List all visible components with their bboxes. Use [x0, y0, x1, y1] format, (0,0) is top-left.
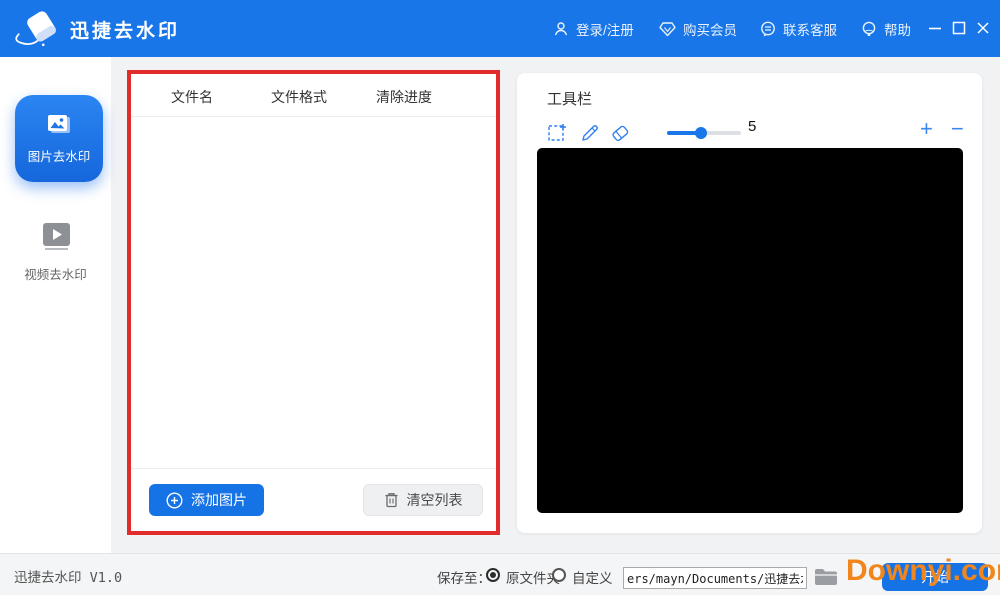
pencil-tool-icon[interactable]	[579, 122, 601, 144]
sidebar-item-label: 视频去水印	[24, 268, 87, 282]
clear-list-label: 清空列表	[406, 492, 463, 508]
help-icon	[862, 21, 876, 36]
column-progress: 清除进度	[376, 89, 432, 105]
user-icon	[554, 21, 568, 35]
brush-slider-thumb[interactable]	[695, 127, 708, 139]
zoom-out-button[interactable]: −	[951, 116, 964, 142]
maximize-button[interactable]	[951, 20, 967, 36]
image-preview-canvas[interactable]	[537, 148, 963, 513]
file-list-footer: 添加图片 清空列表	[131, 468, 496, 531]
app-window: 迅捷去水印 登录/注册 购买会员 联系客服 帮助 图片去水印 视频去水印 文件名…	[0, 0, 1000, 595]
column-filename: 文件名	[171, 89, 213, 105]
file-list-empty-area	[131, 118, 496, 467]
save-path-input[interactable]	[623, 567, 807, 589]
sidebar-item-label: 图片去水印	[27, 149, 91, 164]
buy-membership-button[interactable]: 购买会员	[659, 0, 737, 57]
sidebar-item-image-watermark[interactable]: 图片去水印	[15, 95, 103, 182]
plus-circle-icon	[166, 491, 183, 509]
diamond-icon	[659, 21, 676, 36]
tool-panel: 工具栏 5 + −	[517, 73, 982, 533]
contact-support-button[interactable]: 联系客服	[760, 0, 837, 57]
add-image-label: 添加图片	[191, 492, 247, 508]
minimize-button[interactable]	[927, 20, 943, 36]
file-list-header: 文件名 文件格式 清除进度	[131, 74, 496, 117]
add-image-button[interactable]: 添加图片	[149, 484, 264, 516]
marquee-tool-icon[interactable]	[547, 122, 569, 144]
contact-support-label: 联系客服	[783, 22, 837, 38]
trash-icon	[385, 493, 397, 508]
clear-list-button[interactable]: 清空列表	[363, 484, 483, 516]
title-bar: 迅捷去水印 登录/注册 购买会员 联系客服 帮助	[0, 0, 1000, 57]
brush-size-slider[interactable]	[667, 127, 741, 139]
close-button[interactable]	[975, 20, 991, 36]
radio-custom[interactable]	[552, 568, 566, 582]
image-icon	[48, 114, 70, 133]
eraser-tool-icon[interactable]	[609, 122, 631, 144]
tool-row: 5 + −	[547, 116, 964, 146]
help-label: 帮助	[884, 22, 911, 38]
sidebar: 图片去水印 视频去水印	[0, 57, 111, 553]
sidebar-item-video-watermark[interactable]: 视频去水印	[0, 222, 111, 283]
radio-original-folder[interactable]	[486, 568, 500, 582]
login-register-button[interactable]: 登录/注册	[553, 0, 634, 57]
brush-size-value: 5	[748, 118, 757, 135]
tool-panel-title: 工具栏	[547, 91, 593, 108]
status-bar: 迅捷去水印 V1.0 保存至： 原文件夹 自定义 开始 Downyi.com	[0, 553, 1000, 595]
radio-custom-label: 自定义	[572, 571, 613, 586]
chat-icon	[761, 21, 775, 36]
column-format: 文件格式	[271, 89, 327, 105]
buy-membership-label: 购买会员	[683, 22, 737, 38]
eraser-logo-icon	[15, 11, 56, 47]
browse-folder-icon[interactable]	[813, 566, 839, 588]
start-button[interactable]: 开始	[882, 563, 988, 591]
app-version: 迅捷去水印 V1.0	[14, 570, 123, 586]
zoom-in-button[interactable]: +	[920, 116, 933, 142]
file-list-panel: 文件名 文件格式 清除进度 添加图片 清空列表	[127, 70, 500, 535]
app-title: 迅捷去水印	[70, 21, 181, 42]
video-play-icon	[42, 223, 70, 250]
help-button[interactable]: 帮助	[861, 0, 911, 57]
save-to-label: 保存至：	[437, 571, 491, 586]
login-register-label: 登录/注册	[576, 22, 634, 38]
